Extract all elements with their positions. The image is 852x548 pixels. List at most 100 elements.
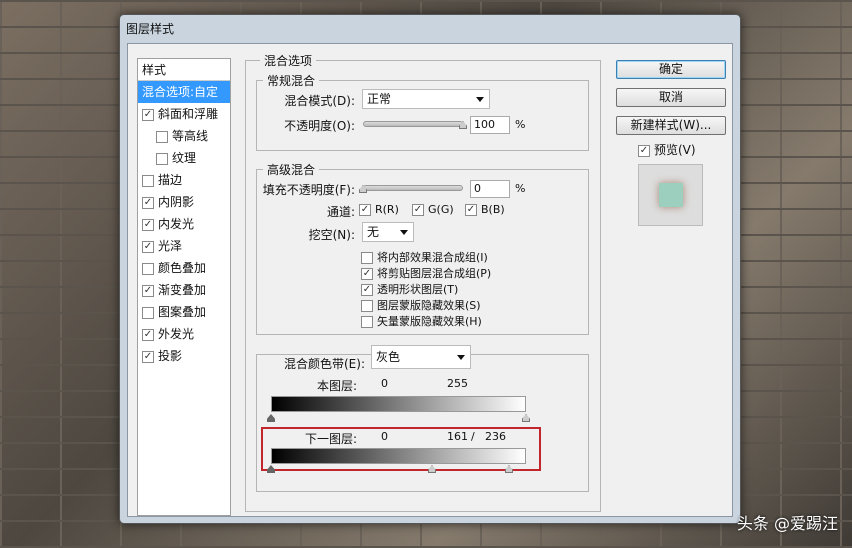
- style-item-label: 投影: [158, 349, 183, 363]
- this-layer-white-slider[interactable]: [522, 414, 530, 422]
- underlying-gradient: [271, 448, 526, 464]
- styles-list: 样式 混合选项:自定 ✓ 斜面和浮雕 等高线 纹理 描边 ✓ 内阴影 ✓ 内发光 ✓ 光泽 颜色叠加 ✓ 渐…: [137, 58, 231, 516]
- knockout-value: 无: [367, 225, 380, 239]
- style-item-label: 颜色叠加: [158, 261, 207, 275]
- underlying-low: 0: [381, 430, 388, 443]
- style-item-label: 渐变叠加: [158, 283, 207, 297]
- underlying-layer-label: 下一图层:: [304, 432, 357, 446]
- blend-if-label: 混合颜色带(E):: [284, 357, 365, 371]
- blend-if-value: 灰色: [376, 350, 401, 364]
- channels-label: 通道:: [326, 205, 355, 219]
- advanced-option-label: 图层蒙版隐藏效果(S): [377, 299, 481, 312]
- style-item[interactable]: 混合选项:自定: [138, 81, 230, 103]
- channel-g-checkbox[interactable]: ✓ G(G): [412, 203, 454, 216]
- opacity-slider[interactable]: [363, 121, 463, 127]
- style-item-label: 图案叠加: [158, 305, 207, 319]
- style-item-label: 等高线: [172, 129, 209, 143]
- checkbox-icon: ✓: [638, 144, 650, 157]
- checkbox-icon[interactable]: [142, 174, 154, 187]
- knockout-label: 挖空(N):: [308, 228, 355, 242]
- style-item[interactable]: 纹理: [138, 147, 230, 169]
- channel-g-label: G(G): [428, 203, 454, 216]
- style-item-label: 内阴影: [158, 195, 195, 209]
- advanced-option-checkbox[interactable]: 图层蒙版隐藏效果(S): [361, 297, 491, 313]
- checkbox-icon[interactable]: [142, 306, 154, 319]
- style-item[interactable]: ✓ 外发光: [138, 323, 230, 345]
- preview-label: 预览(V): [654, 143, 696, 157]
- style-item[interactable]: 等高线: [138, 125, 230, 147]
- checkbox-icon[interactable]: [156, 152, 168, 165]
- ok-button[interactable]: 确定: [616, 60, 726, 79]
- checkbox-icon[interactable]: [142, 262, 154, 275]
- dialog-title: 图层样式: [126, 22, 175, 36]
- checkbox-icon: ✓: [359, 204, 371, 216]
- blend-mode-value: 正常: [367, 92, 392, 106]
- advanced-option-checkbox[interactable]: ✓ 将剪贴图层混合成组(P): [361, 265, 491, 281]
- new-style-button[interactable]: 新建样式(W)...: [616, 116, 726, 135]
- underlying-separator: /: [471, 430, 475, 443]
- channel-r-checkbox[interactable]: ✓ R(R): [359, 203, 399, 216]
- style-item-label: 混合选项:自定: [142, 85, 219, 99]
- advanced-blending-group: 高级混合 填充不透明度(F): 0 % 通道: ✓ R(R) ✓ G(G) ✓ B(B…: [256, 161, 589, 335]
- style-item-label: 内发光: [158, 217, 195, 231]
- style-item[interactable]: ✓ 内发光: [138, 213, 230, 235]
- advanced-option-label: 将剪贴图层混合成组(P): [377, 267, 492, 280]
- this-layer-gradient: [271, 396, 526, 412]
- advanced-option-label: 透明形状图层(T): [377, 283, 459, 296]
- blending-options-title: 混合选项: [260, 52, 317, 69]
- style-item-label: 外发光: [158, 327, 195, 341]
- opacity-percent: %: [515, 118, 526, 131]
- advanced-option-checkbox[interactable]: 将内部效果混合成组(I): [361, 249, 491, 265]
- style-item[interactable]: 图案叠加: [138, 301, 230, 323]
- knockout-select[interactable]: 无: [362, 222, 414, 242]
- this-layer-black-slider[interactable]: [267, 414, 275, 422]
- blend-mode-select[interactable]: 正常: [362, 89, 490, 109]
- chevron-down-icon: [400, 230, 408, 235]
- advanced-option-checkbox[interactable]: 矢量蒙版隐藏效果(H): [361, 313, 491, 329]
- advanced-option-checkbox[interactable]: ✓ 透明形状图层(T): [361, 281, 491, 297]
- blend-if-select[interactable]: 灰色: [371, 345, 471, 369]
- style-item[interactable]: 颜色叠加: [138, 257, 230, 279]
- this-layer-label: 本图层:: [316, 379, 357, 393]
- checkbox-icon[interactable]: ✓: [142, 284, 154, 297]
- blend-if-group: 混合颜色带(E): 灰色 本图层: 0 255 下一图层: 0 161 / 23…: [256, 345, 589, 492]
- general-blending-group: 常规混合 混合模式(D): 正常 不透明度(O): 100 %: [256, 72, 589, 151]
- channel-b-checkbox[interactable]: ✓ B(B): [465, 203, 505, 216]
- checkbox-icon[interactable]: [156, 130, 168, 143]
- checkbox-icon[interactable]: ✓: [142, 108, 154, 121]
- checkbox-icon: [361, 252, 373, 264]
- chevron-down-icon: [476, 97, 484, 102]
- style-item-label: 纹理: [172, 151, 197, 165]
- style-item[interactable]: ✓ 光泽: [138, 235, 230, 257]
- style-item[interactable]: ✓ 投影: [138, 345, 230, 367]
- cancel-button[interactable]: 取消: [616, 88, 726, 107]
- style-item[interactable]: ✓ 斜面和浮雕: [138, 103, 230, 125]
- advanced-option-label: 矢量蒙版隐藏效果(H): [377, 315, 482, 328]
- style-item-label: 斜面和浮雕: [158, 107, 219, 121]
- checkbox-icon[interactable]: ✓: [142, 240, 154, 253]
- opacity-input[interactable]: 100: [470, 116, 510, 134]
- checkbox-icon[interactable]: ✓: [142, 218, 154, 231]
- advanced-blending-title: 高级混合: [263, 161, 320, 178]
- style-item[interactable]: 描边: [138, 169, 230, 191]
- advanced-option-label: 将内部效果混合成组(I): [377, 251, 488, 264]
- underlying-high-split-b: 236: [485, 430, 506, 443]
- style-item[interactable]: ✓ 内阴影: [138, 191, 230, 213]
- underlying-high-split-a: 161: [447, 430, 468, 443]
- preview-checkbox[interactable]: ✓ 预览(V): [638, 141, 696, 158]
- general-blending-title: 常规混合: [263, 72, 320, 89]
- channel-r-label: R(R): [375, 203, 399, 216]
- dialog-body: 样式 混合选项:自定 ✓ 斜面和浮雕 等高线 纹理 描边 ✓ 内阴影 ✓ 内发光 ✓ 光泽 颜色叠加 ✓ 渐…: [127, 43, 733, 517]
- this-layer-low: 0: [381, 377, 388, 390]
- this-layer-high: 255: [447, 377, 468, 390]
- watermark: 头条 @爱踢汪: [736, 514, 838, 533]
- checkbox-icon[interactable]: ✓: [142, 328, 154, 341]
- style-item[interactable]: ✓ 渐变叠加: [138, 279, 230, 301]
- fill-percent: %: [515, 182, 526, 195]
- chevron-down-icon: [457, 355, 465, 360]
- fill-opacity-slider[interactable]: [363, 185, 463, 191]
- fill-opacity-input[interactable]: 0: [470, 180, 510, 198]
- checkbox-icon: ✓: [465, 204, 477, 216]
- checkbox-icon[interactable]: ✓: [142, 350, 154, 363]
- checkbox-icon[interactable]: ✓: [142, 196, 154, 209]
